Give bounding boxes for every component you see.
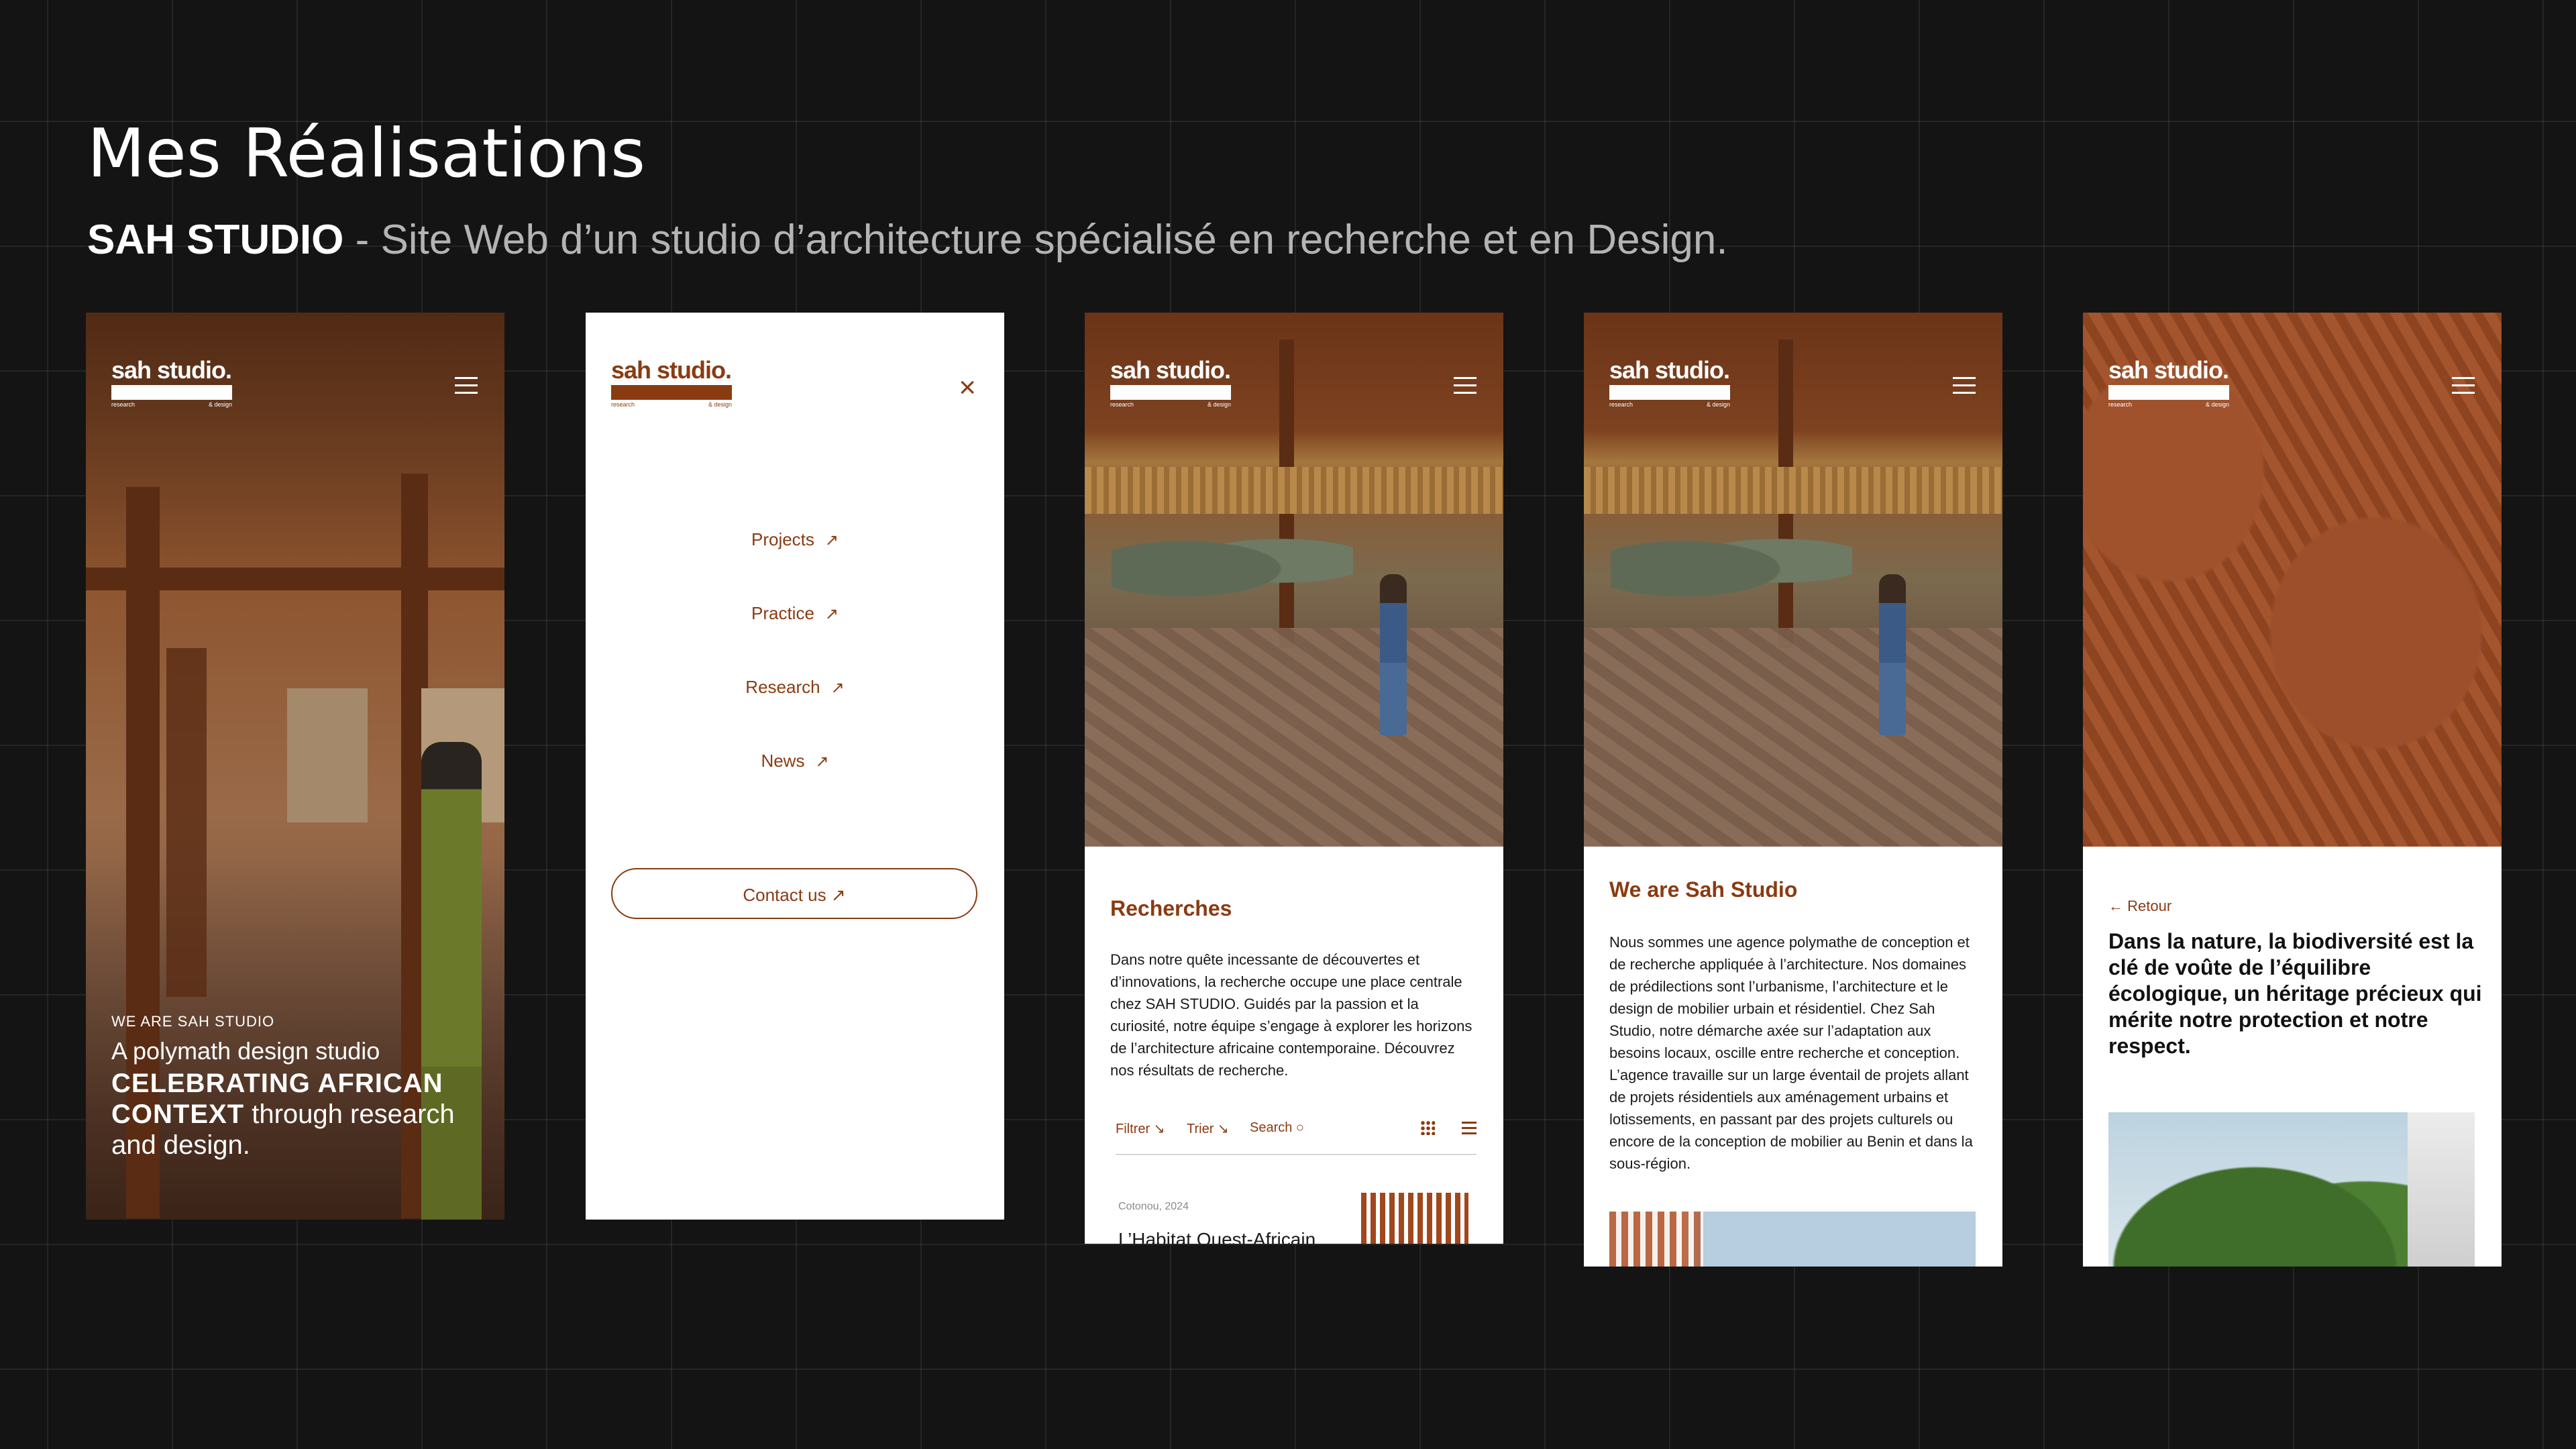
screen-home-hero: sah studio. research & design WE ARE SAH … [86,313,504,1220]
logo[interactable]: sah studio. research & design [1110,357,1231,408]
screen-article: sah studio. research & design ← Retour Da… [2083,313,2502,1267]
section-body: Dans notre quête incessante de découvert… [1110,951,1472,1079]
hero-text: WE ARE SAH STUDIO A polymath design stud… [111,1013,487,1161]
arrow-up-right-icon: ↗ [830,679,845,697]
arrow-up-right-icon: ↗ [824,531,839,549]
screen-menu: sah studio. research & design × Projects ↗… [586,313,1004,1220]
hero-headline: CELEBRATING AFRICAN CONTEXT through rese… [111,1069,455,1160]
screen-research: sah studio. research & design Recherches … [1085,313,1503,1244]
page-title: Mes Réalisations [87,114,646,193]
screen-about: sah studio. research & design We are Sah … [1584,313,2002,1267]
logo[interactable]: sah studio. research & design [111,357,232,408]
search-button[interactable]: Search ○ [1250,1120,1304,1136]
grid-view-icon[interactable] [1420,1120,1435,1135]
card-date: Cotonou, 2024 [1118,1201,1189,1212]
article-quote: Dans la nature, la biodiversité est la c… [2108,929,2482,1058]
menu-icon[interactable] [1953,377,1976,394]
project-image [1609,1212,1976,1267]
card-thumbnail[interactable] [1361,1193,1468,1244]
card-title[interactable]: L’Habitat Ouest-Africain [1118,1229,1316,1244]
menu-icon[interactable] [1454,377,1477,394]
nav-item-research[interactable]: Research ↗ [586,674,1004,747]
subtitle-text: - Site Web d’un studio d’architecture sp… [343,217,1728,263]
filter-bar: Filtrer ↘ Trier ↘ Search ○ [1116,1114,1477,1155]
nav-item-news[interactable]: News ↗ [586,747,1004,821]
menu-icon[interactable] [2452,377,2475,394]
section-title: We are Sah Studio [1609,877,1798,902]
menu-icon[interactable] [455,377,478,394]
list-view-icon[interactable] [1462,1122,1477,1135]
nav-item-projects[interactable]: Projects ↗ [586,526,1004,600]
arrow-up-right-icon: ↗ [824,605,839,623]
article-image [2108,1112,2475,1267]
arrow-up-right-icon: ↗ [815,753,829,771]
page-subtitle: SAH STUDIO - Site Web d’un studio d’arch… [87,216,1728,264]
contact-us-button[interactable]: Contact us ↗ [611,868,977,919]
nav-menu: Projects ↗ Practice ↗ Research ↗ News ↗ [586,526,1004,821]
hero-eyebrow: WE ARE SAH STUDIO [111,1013,275,1030]
section-title: Recherches [1110,896,1232,920]
nav-item-practice[interactable]: Practice ↗ [586,600,1004,674]
filter-button[interactable]: Filtrer ↘ [1116,1120,1165,1137]
logo[interactable]: sah studio. research & design [2108,357,2229,408]
logo[interactable]: sah studio. research & design [611,357,732,408]
close-icon[interactable]: × [959,373,976,402]
subtitle-brand: SAH STUDIO [87,217,344,263]
back-link[interactable]: ← Retour [2108,898,2171,915]
hero-lead: A polymath design studio [111,1037,380,1065]
sort-button[interactable]: Trier ↘ [1187,1120,1229,1137]
logo[interactable]: sah studio. research & design [1609,357,1730,408]
section-body: Nous sommes une agence polymathe de conc… [1609,934,1973,1172]
